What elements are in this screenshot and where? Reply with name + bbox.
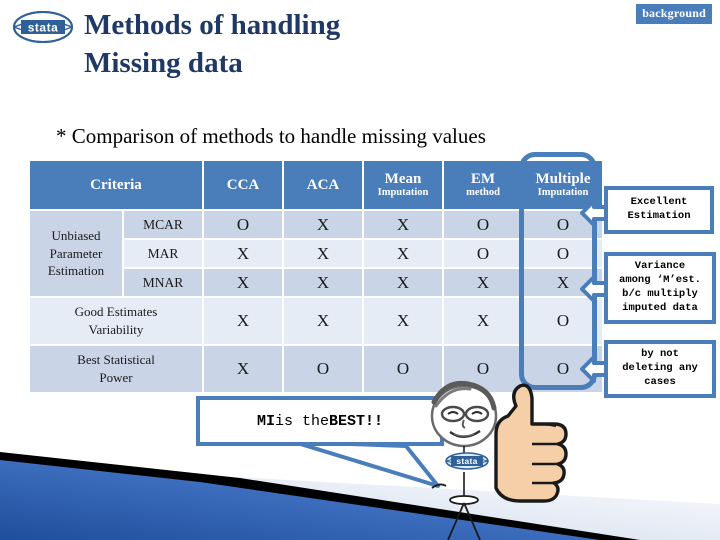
table-header-criteria-label: Criteria <box>90 176 142 193</box>
table-cell-row3-col1: X <box>284 298 362 344</box>
table-header-row: Criteria CCA ACA Mean Imputation EM meth… <box>30 161 602 209</box>
table-header-mean-imputation: Mean Imputation <box>364 161 442 209</box>
table-cell-row1-col0: X <box>204 240 282 267</box>
table-header-cca-label: CCA <box>226 176 260 193</box>
figure-stata-logo-icon: stata <box>445 452 489 470</box>
face-illustration <box>430 380 498 448</box>
table-cell-row2-col4: X <box>524 269 602 296</box>
table-cell-row0-col1: X <box>284 211 362 238</box>
table-row: Good Estimates Variability X X X X O <box>30 298 602 344</box>
table-cell-row3-col0: X <box>204 298 282 344</box>
speech-bubble-part-3: BEST!! <box>329 412 384 430</box>
table-cell-row3-col3: X <box>444 298 522 344</box>
table-header-em-sublabel: method <box>466 187 500 199</box>
table-row: Unbiased Parameter Estimation MCAR O X X… <box>30 211 602 296</box>
slide-canvas: stata Methods of handling Missing data b… <box>0 0 720 540</box>
table-cell-row2-col2: X <box>364 269 442 296</box>
table-cell-row0-col4: O <box>524 211 602 238</box>
table-cell-good-estimates-label: Good Estimates Variability <box>30 298 202 344</box>
table-cell-row2-col1: X <box>284 269 362 296</box>
table-header-aca: ACA <box>284 161 362 209</box>
subtitle: * Comparison of methods to handle missin… <box>56 124 486 148</box>
callout-excellent-estimation-text: Excellent Estimation <box>627 196 691 222</box>
svg-text:stata: stata <box>28 21 59 35</box>
table-cell-row2-col0: X <box>204 269 282 296</box>
table-cell-best-power-label: Best Statistical Power <box>30 346 202 392</box>
table-header-mean-label: Mean <box>384 170 422 187</box>
comparison-table: Criteria CCA ACA Mean Imputation EM meth… <box>28 159 604 394</box>
background-tag: background <box>636 4 712 24</box>
table-cell-row4-col1: O <box>284 346 362 392</box>
table-cell-row0-sub: MCAR <box>124 211 202 238</box>
table-header-em-label: EM <box>470 170 496 187</box>
callout-no-deletion-text: by not deleting any cases <box>622 348 698 388</box>
table-cell-row1-col1: X <box>284 240 362 267</box>
callout-no-deletion: by not deleting any cases <box>604 340 716 398</box>
table-cell-group-label: Unbiased Parameter Estimation <box>30 211 122 296</box>
table-header-em-method: EM method <box>444 161 522 209</box>
callout-variance: Variance among ‘M’est. b/c multiply impu… <box>604 252 716 324</box>
page-title: Methods of handling Missing data <box>84 6 504 83</box>
table-cell-row1-col3: O <box>444 240 522 267</box>
table-header-mi-sublabel: Imputation <box>537 187 589 199</box>
callout-variance-text: Variance among ‘M’est. b/c multiply impu… <box>619 260 701 314</box>
thumbs-up-icon <box>494 383 568 503</box>
callout-excellent-estimation: Excellent Estimation <box>604 186 714 234</box>
table-header-mean-sublabel: Imputation <box>377 187 429 199</box>
page-title-line-2: Missing data <box>84 47 243 80</box>
table-cell-row0-col2: X <box>364 211 442 238</box>
table-header-mi-label: Multiple <box>535 170 591 187</box>
table-cell-row0-col3: O <box>444 211 522 238</box>
table-cell-row1-col4: O <box>524 240 602 267</box>
speech-bubble-part-2: is the <box>274 412 329 430</box>
svg-text:stata: stata <box>456 456 477 466</box>
page-title-line-1: Methods of handling <box>84 9 341 41</box>
table-cell-row2-col3: X <box>444 269 522 296</box>
stata-logo-icon: stata <box>12 10 74 44</box>
table-cell-row2-sub: MNAR <box>124 269 202 296</box>
table-cell-row1-sub: MAR <box>124 240 202 267</box>
table-header-multiple-imputation: Multiple Imputation <box>524 161 602 209</box>
table-cell-row0-col0: O <box>204 211 282 238</box>
table-cell-row3-col2: X <box>364 298 442 344</box>
table-header-criteria: Criteria <box>30 161 202 209</box>
bottom-ribbon-decoration <box>0 430 720 540</box>
table-cell-row4-col0: X <box>204 346 282 392</box>
table-cell-row1-col2: X <box>364 240 442 267</box>
speech-bubble-part-1: MI <box>256 412 275 430</box>
table-cell-row3-col4: O <box>524 298 602 344</box>
table-header-cca: CCA <box>204 161 282 209</box>
speech-bubble-mi-best: MI is the BEST!! <box>196 396 444 446</box>
table-header-aca-label: ACA <box>306 176 340 193</box>
